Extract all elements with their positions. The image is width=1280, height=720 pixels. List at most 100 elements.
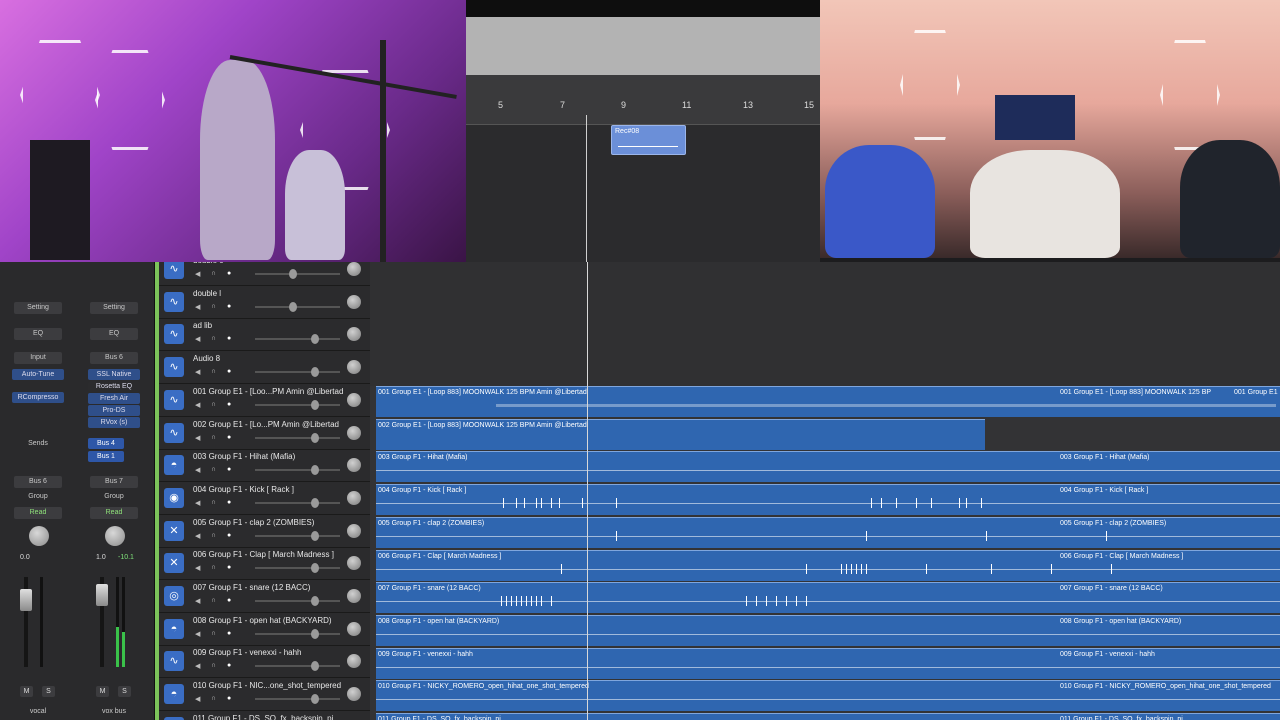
volume-slider-handle[interactable] [310,399,319,410]
track-header[interactable]: ∿ double l ◀ ∩ ● [155,285,370,319]
record-icon[interactable]: ● [227,335,231,342]
volume-slider[interactable] [255,600,340,602]
mute-icon[interactable]: ◀ [195,630,200,638]
mute-icon[interactable]: ◀ [195,532,200,540]
eq-button[interactable]: EQ [90,328,138,340]
plugin-slot[interactable]: RVox (s) [88,417,140,428]
audio-region[interactable]: 008 Group F1 - open hat (BACKYARD) 008 Gr… [376,614,1280,646]
pan-knob[interactable] [347,425,361,440]
track-name[interactable]: 008 Group F1 - open hat (BACKYARD) [193,616,332,625]
mute-button[interactable]: M [20,686,33,697]
mute-icon[interactable]: ◀ [195,695,200,703]
pan-knob[interactable] [347,523,361,538]
volume-slider-handle[interactable] [310,694,319,705]
volume-slider[interactable] [255,403,340,406]
headphones-icon[interactable]: ∩ [211,466,216,473]
track-name[interactable]: Audio 8 [193,354,220,363]
track-name[interactable]: 002 Group E1 - [Lo...PM Amin @Libertad [193,420,339,429]
plugin-slot[interactable]: SSL Native [88,369,140,380]
headphones-icon[interactable]: ∩ [211,662,216,669]
track-header[interactable]: ∿ 001 Group E1 - [Loo...PM Amin @Libertad… [155,383,370,417]
output-button[interactable]: Bus 7 [90,476,138,488]
audio-region[interactable]: 003 Group F1 - Hihat (Mafia) 003 Group F1… [376,451,1280,483]
mute-icon[interactable]: ◀ [195,303,200,311]
plugin-slot[interactable]: Auto-Tune [12,369,64,380]
mute-icon[interactable]: ◀ [195,434,200,442]
setting-button[interactable]: Setting [90,302,138,314]
volume-slider-handle[interactable] [310,465,319,476]
track-header[interactable]: ✕ 005 Group F1 - clap 2 (ZOMBIES) ◀ ∩ ● [155,514,370,548]
audio-region[interactable]: 010 Group F1 - NICKY_ROMERO_open_hihat_o… [376,680,1280,712]
volume-slider-handle[interactable] [310,497,319,508]
track-name[interactable]: 001 Group E1 - [Loo...PM Amin @Libertad [193,387,343,396]
automation-mode-button[interactable]: Read [14,507,62,519]
volume-slider[interactable] [255,501,340,504]
plugin-slot[interactable]: Fresh Air [88,393,140,404]
mute-icon[interactable]: ◀ [195,401,200,409]
playhead[interactable] [587,262,588,720]
mute-icon[interactable]: ◀ [195,466,200,474]
playhead[interactable] [586,115,587,262]
output-button[interactable]: Bus 6 [14,476,62,488]
empty-track-lanes[interactable] [370,262,1280,386]
volume-slider[interactable] [255,469,340,472]
volume-slider[interactable] [255,273,340,275]
track-header[interactable]: ◓ 008 Group F1 - open hat (BACKYARD) ◀ ∩ ● [155,612,370,646]
headphones-icon[interactable]: ∩ [211,499,216,506]
group-button[interactable]: Group [14,491,62,503]
headphones-icon[interactable]: ∩ [211,401,216,408]
audio-region[interactable]: 001 Group E1 - [Loop 883] MOONWALK 125 B… [376,386,1280,417]
volume-slider-handle[interactable] [310,334,319,345]
headphones-icon[interactable]: ∩ [211,695,216,702]
track-header[interactable]: ◓ 003 Group F1 - Hihat (Mafia) ◀ ∩ ● [155,449,370,483]
plugin-slot[interactable]: Rosetta EQ [88,381,140,392]
track-header[interactable]: ∿ 002 Group E1 - [Lo...PM Amin @Libertad ◀… [155,416,370,450]
record-icon[interactable]: ● [227,597,231,604]
volume-slider[interactable] [255,436,340,439]
volume-slider[interactable] [255,305,340,308]
bar-ruler[interactable]: 5 7 9 11 13 15 [466,75,820,125]
pan-knob[interactable] [347,360,361,375]
track-name[interactable]: 005 Group F1 - clap 2 (ZOMBIES) [193,518,314,527]
record-icon[interactable]: ● [227,630,231,637]
volume-fader[interactable] [20,589,32,611]
pan-knob[interactable] [347,392,361,407]
pan-knob[interactable] [347,589,361,603]
setting-button[interactable]: Setting [14,302,62,314]
pan-knob[interactable] [347,687,361,702]
solo-button[interactable]: S [118,686,131,697]
mute-icon[interactable]: ◀ [195,270,200,278]
plugin-slot[interactable]: RCompresso [12,392,64,403]
mute-icon[interactable]: ◀ [195,368,200,376]
solo-button[interactable]: S [42,686,55,697]
track-name[interactable]: 006 Group F1 - Clap [ March Madness ] [193,550,334,559]
pan-knob[interactable] [347,654,361,669]
track-name[interactable]: double c [193,262,223,265]
arrange-area[interactable]: 001 Group E1 - [Loop 883] MOONWALK 125 B… [370,262,1280,720]
audio-region[interactable]: 007 Group F1 - snare (12 BACC) 007 Group … [376,582,1280,614]
volume-slider[interactable] [255,338,340,341]
recorded-region[interactable]: Rec#08 [611,125,686,155]
volume-slider[interactable] [255,698,340,701]
track-header[interactable]: ∿ double c ◀ ∩ ● [155,262,370,286]
audio-region[interactable]: 004 Group F1 - Kick [ Rack ] 004 Group F1… [376,484,1280,516]
record-icon[interactable]: ● [227,368,231,375]
pan-knob[interactable] [347,294,361,309]
track-header[interactable]: ∿ ad lib ◀ ∩ ● [155,318,370,352]
pan-knob[interactable] [347,262,361,276]
plugin-slot[interactable]: Pro-DS [88,405,140,416]
mute-icon[interactable]: ◀ [195,335,200,343]
headphones-icon[interactable]: ∩ [211,434,216,441]
audio-region[interactable]: 005 Group F1 - clap 2 (ZOMBIES) 005 Group… [376,516,1280,548]
track-name[interactable]: double l [193,289,221,298]
headphones-icon[interactable]: ∩ [211,564,216,571]
pan-knob[interactable] [347,621,361,636]
record-icon[interactable]: ● [227,303,231,310]
headphones-icon[interactable]: ∩ [211,532,216,539]
audio-region[interactable]: 002 Group E1 - [Loop 883] MOONWALK 125 B… [376,418,985,450]
pan-knob[interactable] [347,556,361,571]
pan-knob[interactable] [347,327,361,342]
volume-slider[interactable] [255,534,340,537]
track-name[interactable]: 009 Group F1 - venexxi - hahh [193,648,302,657]
track-name[interactable]: 011 Group F1 - DS_SO_fx_backspin_pi... [193,714,340,720]
